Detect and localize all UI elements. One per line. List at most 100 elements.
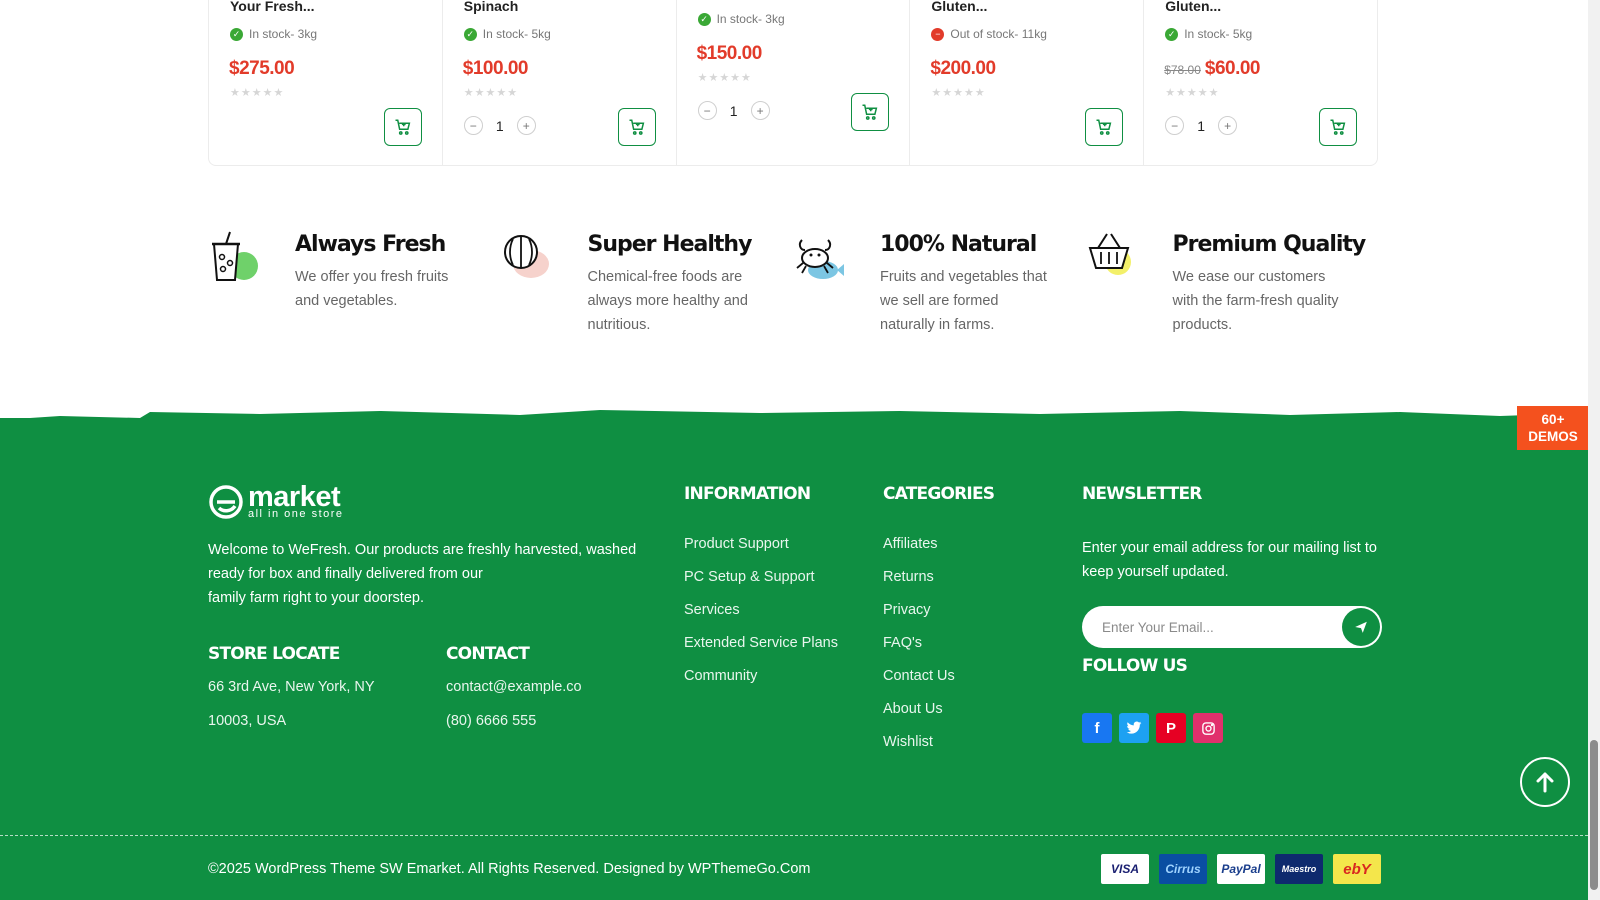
feature-title: Super Healthy	[587, 232, 753, 257]
logo-mark-icon	[209, 485, 243, 519]
demos-badge[interactable]: 60+ DEMOS	[1517, 406, 1589, 450]
feature-text: We ease our customers with the farm-fres…	[1172, 269, 1339, 333]
stock-label: In stock- 3kg	[249, 27, 318, 41]
product-name[interactable]: Gluten...	[931, 0, 987, 14]
contact-email[interactable]: contact@example.co	[446, 670, 582, 704]
decrease-button[interactable]: −	[1165, 116, 1185, 135]
crab-fish-icon	[793, 230, 845, 284]
subscribe-button[interactable]	[1342, 608, 1380, 646]
rating-stars: ★★★★★	[931, 87, 986, 99]
footer-link-pc-setup[interactable]: PC Setup & Support	[684, 567, 838, 600]
scrollbar-thumb[interactable]	[1590, 740, 1598, 890]
quantity-value[interactable]: 1	[1194, 118, 1208, 134]
stock-label: In stock- 3kg	[716, 12, 785, 26]
check-icon: ✓	[1165, 27, 1179, 41]
feature-super-healthy: Super Healthy Chemical-free foods are al…	[501, 230, 794, 337]
visa-icon: VISA	[1101, 854, 1149, 884]
email-input[interactable]	[1082, 606, 1322, 648]
page-scrollbar[interactable]	[1588, 0, 1600, 900]
feature-title: Premium Quality	[1172, 232, 1367, 257]
paypal-icon: PayPal	[1217, 854, 1265, 884]
product-name[interactable]: Spinach	[464, 0, 518, 14]
basket-icon	[1086, 230, 1138, 284]
product-card[interactable]: Gluten... ✓ In stock- 5kg $78.00 $60.00 ★★…	[1144, 0, 1377, 165]
increase-button[interactable]: +	[750, 101, 770, 120]
product-name[interactable]: Gluten...	[1165, 0, 1221, 14]
feature-body: Super Healthy Chemical-free foods are al…	[588, 230, 763, 337]
footer-link-returns[interactable]: Returns	[883, 567, 955, 600]
address-line: 66 3rd Ave, New York, NY	[208, 679, 375, 695]
stock-status: ✓ In stock- 3kg	[230, 27, 317, 41]
product-card[interactable]: ✓ In stock- 3kg $150.00 ★★★★★ − 1 +	[677, 0, 911, 165]
feature-text: We offer you fresh fruits and vegetables…	[295, 269, 449, 309]
demos-count: 60+	[1541, 412, 1565, 427]
product-card[interactable]: Your Fresh... ✓ In stock- 3kg $275.00 ★★★…	[209, 0, 443, 165]
stock-label: Out of stock- 11kg	[950, 27, 1047, 41]
stock-status: ✓ In stock- 3kg	[697, 12, 785, 26]
about-line: ready for box and finally delivered from…	[208, 566, 483, 582]
add-to-cart-button[interactable]	[617, 108, 656, 146]
footer-link-services[interactable]: Services	[684, 600, 838, 633]
logo-word: market	[248, 481, 341, 513]
decrease-button[interactable]: −	[463, 116, 483, 135]
twitter-icon[interactable]	[1119, 713, 1149, 743]
stock-label: In stock- 5kg	[482, 27, 551, 41]
product-name[interactable]: Your Fresh...	[230, 0, 315, 14]
information-links: Product Support PC Setup & Support Servi…	[684, 534, 838, 699]
cart-icon	[629, 119, 644, 135]
features-row: Always Fresh We offer you fresh fruits a…	[208, 230, 1378, 337]
back-to-top-button[interactable]	[1520, 757, 1570, 807]
feature-text: Chemical-free foods are always more heal…	[587, 269, 748, 333]
cart-icon	[1096, 119, 1112, 135]
rating-stars: ★★★★★	[1165, 87, 1220, 99]
product-price: $275.00	[229, 58, 295, 80]
about-line: Welcome to WeFresh. Our products are fre…	[208, 542, 637, 558]
product-card[interactable]: Spinach ✓ In stock- 5kg $100.00 ★★★★★ − 1…	[443, 0, 677, 165]
footer-link-contact-us[interactable]: Contact Us	[883, 666, 955, 699]
add-to-cart-button[interactable]	[1318, 108, 1357, 146]
juice-cup-icon	[208, 230, 260, 284]
rating-stars: ★★★★★	[697, 72, 752, 84]
increase-button[interactable]: +	[1218, 116, 1238, 135]
footer-link-product-support[interactable]: Product Support	[684, 534, 838, 567]
footer-link-affiliates[interactable]: Affiliates	[883, 534, 955, 567]
footer-link-privacy[interactable]: Privacy	[883, 600, 955, 633]
maestro-icon: Maestro	[1275, 854, 1323, 884]
feature-text: Fruits and vegetables that we sell are f…	[880, 269, 1047, 333]
footer-link-about-us[interactable]: About Us	[883, 699, 955, 732]
demos-label: DEMOS	[1528, 429, 1578, 444]
quantity-value[interactable]: 1	[493, 118, 507, 134]
add-to-cart-button[interactable]	[851, 93, 890, 131]
check-icon: ✓	[463, 27, 477, 41]
about-line: family farm right to your doorstep.	[208, 590, 424, 606]
decrease-button[interactable]: −	[697, 101, 717, 120]
footer-link-community[interactable]: Community	[684, 666, 838, 699]
footer-logo[interactable]: market all in one store	[208, 481, 344, 520]
feature-title: Always Fresh	[295, 232, 446, 257]
increase-button[interactable]: +	[516, 116, 536, 135]
product-price: $78.00 $60.00	[1164, 58, 1260, 80]
footer-link-extended-plans[interactable]: Extended Service Plans	[684, 633, 838, 666]
facebook-icon[interactable]: f	[1082, 713, 1112, 743]
unavailable-icon: −	[931, 27, 945, 41]
watermelon-icon	[501, 230, 553, 284]
feature-body: 100% Natural Fruits and vegetables that …	[880, 230, 1055, 337]
site-footer: market all in one store Welcome to WeFre…	[0, 410, 1588, 900]
add-to-cart-button[interactable]	[383, 108, 422, 146]
add-to-cart-button[interactable]	[1085, 108, 1124, 146]
quantity-value[interactable]: 1	[727, 103, 741, 119]
send-icon	[1355, 621, 1367, 633]
price-value: $100.00	[462, 58, 529, 79]
instagram-icon[interactable]	[1193, 713, 1223, 743]
store-address: 66 3rd Ave, New York, NY 10003, USA	[208, 670, 375, 738]
check-icon: ✓	[230, 27, 243, 41]
quantity-stepper: − 1 +	[1165, 116, 1238, 135]
footer-link-wishlist[interactable]: Wishlist	[883, 732, 955, 765]
footer-link-faqs[interactable]: FAQ's	[883, 633, 955, 666]
product-price: $150.00	[697, 43, 763, 65]
pinterest-icon[interactable]: P	[1156, 713, 1186, 743]
contact-phone[interactable]: (80) 6666 555	[446, 704, 582, 738]
newsletter-text: Enter your email address for our mailing…	[1082, 540, 1377, 580]
payment-methods: VISA Cirrus PayPal Maestro ebY	[1101, 854, 1381, 884]
product-card[interactable]: Gluten... − Out of stock- 11kg $200.00 ★★…	[910, 0, 1145, 165]
